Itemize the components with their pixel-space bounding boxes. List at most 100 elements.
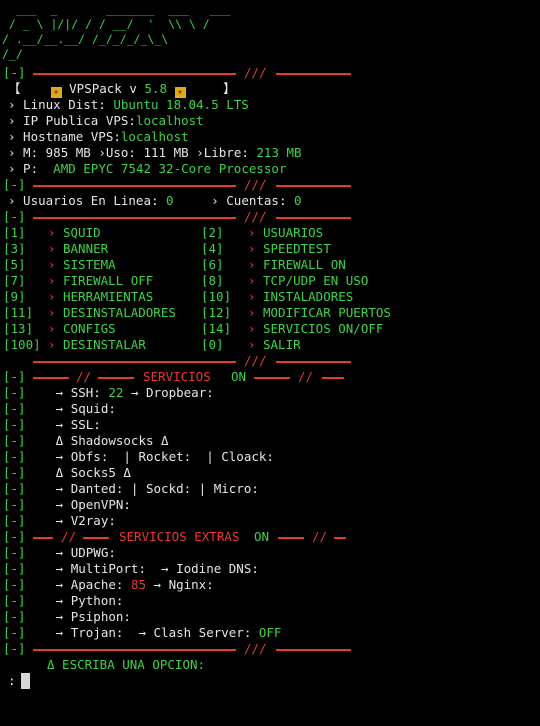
menu-number: [5] [3, 257, 26, 272]
menu-number: [100] [3, 337, 41, 352]
service-line: [-] → Psiphon: [3, 609, 131, 624]
extras-state: ON [254, 529, 270, 544]
sep-tag: [-] [3, 529, 26, 544]
menu-arrow-icon: › [48, 305, 56, 320]
linux-dist-line: › Linux Dist: Ubuntu 18.04.5 LTS [8, 97, 249, 112]
separator-line [98, 377, 134, 379]
menu-number: [12] [201, 305, 232, 320]
menu-number: [6] [201, 257, 224, 272]
prompt-text: Δ ESCRIBA UNA OPCION: [47, 657, 206, 672]
menu-number: [7] [3, 273, 26, 288]
menu-number: [4] [201, 241, 224, 256]
slashes-left: // [61, 529, 77, 544]
service-line: [-] → Trojan: → Clash Server: OFF [3, 625, 282, 640]
prompt-colon: : [8, 673, 16, 688]
hostname-line: › Hostname VPS:localhost [8, 129, 189, 144]
service-line: [-] → Python: [3, 593, 124, 608]
slashes-left: // [76, 369, 92, 384]
online-users-line: › Usuarios En Linea: 0 › Cuentas: 0 [8, 193, 302, 208]
menu-item[interactable]: INSTALADORES [263, 289, 353, 305]
servicios-state: ON [231, 369, 247, 384]
separator-line [334, 537, 346, 539]
menu-item[interactable]: CONFIGS [63, 321, 116, 337]
extras-title: SERVICIOS EXTRAS [119, 529, 240, 544]
service-line: [-] → Obfs: | Rocket: | Cloack: [3, 449, 274, 464]
sep-slashes: /// [244, 353, 267, 368]
menu-arrow-icon: › [48, 273, 56, 288]
separator-line [33, 217, 236, 219]
service-line: [-] → SSH: 22 → Dropbear: [3, 385, 214, 400]
servicios-title: SERVICIOS [143, 369, 211, 384]
menu-number: [8] [201, 273, 224, 288]
menu-number: [13] [3, 321, 34, 336]
service-line: [-] → UDPWG: [3, 545, 116, 560]
separator-line [33, 185, 236, 187]
sep-tag: [-] [3, 177, 26, 192]
separator-line [254, 377, 290, 379]
menu-arrow-icon: › [248, 241, 256, 256]
menu-arrow-icon: › [48, 257, 56, 272]
menu-arrow-icon: › [48, 241, 56, 256]
separator-line [322, 377, 344, 379]
command-input-cursor[interactable] [21, 673, 30, 689]
slashes-right: // [312, 529, 328, 544]
separator-line [33, 377, 69, 379]
menu-item[interactable]: SERVICIOS ON/OFF [263, 321, 383, 337]
menu-item[interactable]: DESINSTALADORES [63, 305, 176, 321]
menu-item[interactable]: TCP/UDP EN USO [263, 273, 368, 289]
separator-line [276, 217, 351, 219]
separator-line [33, 361, 236, 363]
menu-number: [2] [201, 225, 224, 240]
service-line: [-] Δ Socks5 Δ [3, 465, 131, 480]
separator-line [276, 73, 351, 75]
menu-item[interactable]: MODIFICAR PUERTOS [263, 305, 391, 321]
menu-item[interactable]: SALIR [263, 337, 301, 353]
slashes-right: // [298, 369, 314, 384]
service-line: [-] → SSL: [3, 417, 101, 432]
menu-arrow-icon: › [248, 321, 256, 336]
sep-slashes: /// [244, 209, 267, 224]
separator-line [276, 649, 351, 651]
service-line: [-] → MultiPort: → Iodine DNS: [3, 561, 259, 576]
menu-arrow-icon: › [248, 289, 256, 304]
menu-item[interactable]: FIREWALL OFF [63, 273, 153, 289]
menu-arrow-icon: › [248, 337, 256, 352]
menu-item[interactable]: SPEEDTEST [263, 241, 331, 257]
separator-line [33, 537, 53, 539]
menu-item[interactable]: SQUID [63, 225, 101, 241]
menu-arrow-icon: › [248, 273, 256, 288]
menu-item[interactable]: SISTEMA [63, 257, 116, 273]
ascii-banner: ___ _ _______ ___ ___ / _ \ |/|/ / / __/… [2, 2, 231, 61]
menu-item[interactable]: FIREWALL ON [263, 257, 346, 273]
sep-tag: [-] [3, 641, 26, 656]
service-line: [-] Δ Shadowsocks Δ [3, 433, 169, 448]
menu-arrow-icon: › [48, 321, 56, 336]
separator-line [278, 537, 304, 539]
separator-line [33, 649, 236, 651]
menu-item[interactable]: USUARIOS [263, 225, 323, 241]
menu-number: [0] [201, 337, 224, 352]
sep-slashes: /// [244, 177, 267, 192]
service-line: [-] → Danted: | Sockd: | Micro: [3, 481, 259, 496]
menu-item[interactable]: BANNER [63, 241, 108, 257]
menu-number: [1] [3, 225, 26, 240]
service-line: [-] → OpenVPN: [3, 497, 131, 512]
cpu-line: › P: AMD EPYC 7542 32-Core Processor [8, 161, 287, 176]
menu-arrow-icon: › [248, 225, 256, 240]
menu-arrow-icon: › [248, 305, 256, 320]
memory-line: › M: 985 MB ›Uso: 111 MB ›Libre: 213 MB [8, 145, 302, 160]
sep-slashes: /// [244, 641, 267, 656]
sep-slashes: /// [244, 65, 267, 80]
service-line: [-] → Apache: 85 → Nginx: [3, 577, 214, 592]
separator-line [276, 361, 351, 363]
menu-arrow-icon: › [48, 225, 56, 240]
sep-tag: [-] [3, 209, 26, 224]
separator-line [83, 537, 109, 539]
separator-line [33, 73, 236, 75]
menu-number: [3] [3, 241, 26, 256]
menu-item[interactable]: DESINSTALAR [63, 337, 146, 353]
menu-item[interactable]: HERRAMIENTAS [63, 289, 153, 305]
separator-line [276, 185, 351, 187]
service-line: [-] → Squid: [3, 401, 116, 416]
menu-number: [11] [3, 305, 34, 320]
